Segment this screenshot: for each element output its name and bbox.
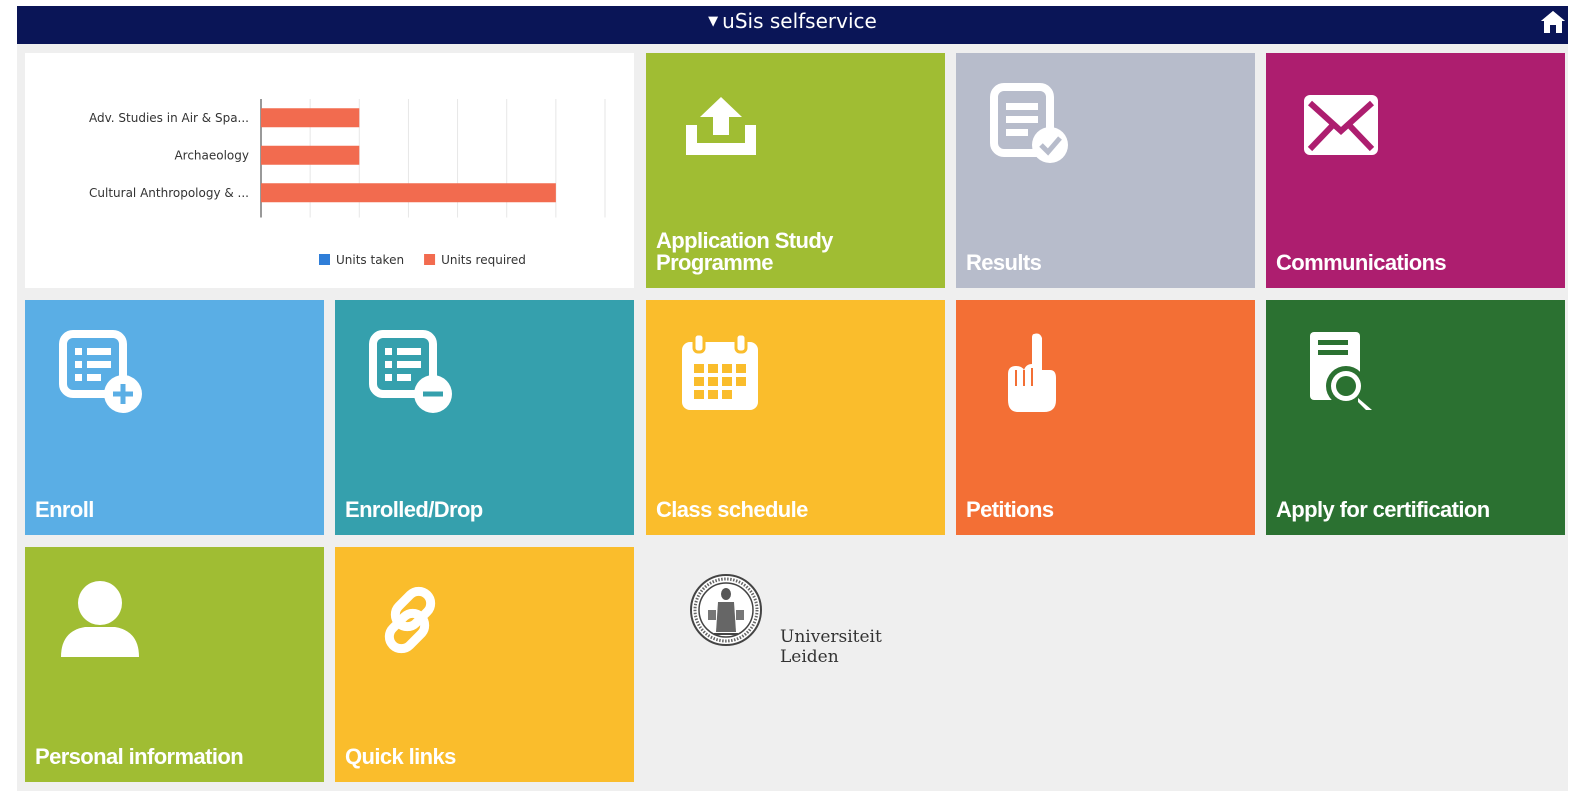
tile-label: Quick links (345, 744, 456, 769)
app-title-menu[interactable]: ▼ uSis selfservice (17, 6, 1568, 44)
university-name-line1: Universiteit (780, 627, 882, 647)
results-icon (990, 83, 1068, 163)
tile-label: Results (966, 250, 1042, 275)
tile-apply-for-certification[interactable]: Apply for certification (1266, 300, 1565, 535)
home-button[interactable] (1540, 9, 1566, 35)
tile-label: Communications (1276, 250, 1447, 275)
person-icon (61, 581, 139, 657)
bar-units-required (261, 183, 556, 203)
university-name-line2: Leiden (780, 647, 839, 667)
dashboard: Adv. Studies in Air & Spa... Archaeology C… (17, 44, 1568, 791)
home-icon (1541, 11, 1565, 33)
legend-swatch (319, 254, 330, 265)
tile-application-study-programme[interactable]: Application Study Programme (646, 53, 945, 288)
bar-units-required (261, 108, 360, 128)
tile-results[interactable]: Results (956, 53, 1255, 288)
certificate-icon (1310, 332, 1372, 410)
y-tick-label: Archaeology (174, 148, 249, 162)
units-chart: Adv. Studies in Air & Spa... Archaeology C… (89, 99, 606, 267)
app-title: uSis selfservice (722, 9, 877, 33)
legend-label: Units required (441, 253, 526, 267)
legend-label: Units taken (336, 253, 404, 267)
calendar-icon (682, 332, 758, 410)
university-name: Universiteit Leiden (780, 627, 882, 667)
university-seal (690, 574, 762, 646)
bar-units-required (261, 145, 360, 165)
y-tick-label: Cultural Anthropology & ... (89, 186, 249, 200)
tile-petitions[interactable]: Petitions (956, 300, 1255, 535)
tile-enroll[interactable]: Enroll (25, 300, 324, 535)
legend-swatch (424, 254, 436, 265)
tile-enrolled-drop[interactable]: Enrolled/Drop (335, 300, 634, 535)
dropdown-triangle-icon: ▼ (708, 14, 719, 29)
link-icon (384, 586, 436, 654)
upload-icon (686, 97, 756, 155)
y-tick-label: Adv. Studies in Air & Spa... (89, 111, 249, 125)
tile-quick-links[interactable]: Quick links (335, 547, 634, 782)
tile-label: Petitions (966, 497, 1054, 522)
hand-icon (1008, 333, 1056, 412)
top-bar: ▼ uSis selfservice (17, 6, 1568, 44)
units-chart-panel: Adv. Studies in Air & Spa... Archaeology C… (25, 53, 634, 288)
drop-icon (369, 330, 452, 413)
tile-label: Class schedule (656, 497, 808, 522)
envelope-icon (1304, 95, 1378, 155)
tile-personal-information[interactable]: Personal information (25, 547, 324, 782)
tile-label: Personal information (35, 744, 244, 769)
enroll-icon (59, 330, 142, 413)
tile-label: Enroll (35, 497, 94, 522)
tile-label: Application Study Programme (656, 228, 833, 275)
tile-label: Apply for certification (1276, 497, 1490, 522)
tile-label: Enrolled/Drop (345, 497, 483, 522)
tile-class-schedule[interactable]: Class schedule (646, 300, 945, 535)
tile-communications[interactable]: Communications (1266, 53, 1565, 288)
